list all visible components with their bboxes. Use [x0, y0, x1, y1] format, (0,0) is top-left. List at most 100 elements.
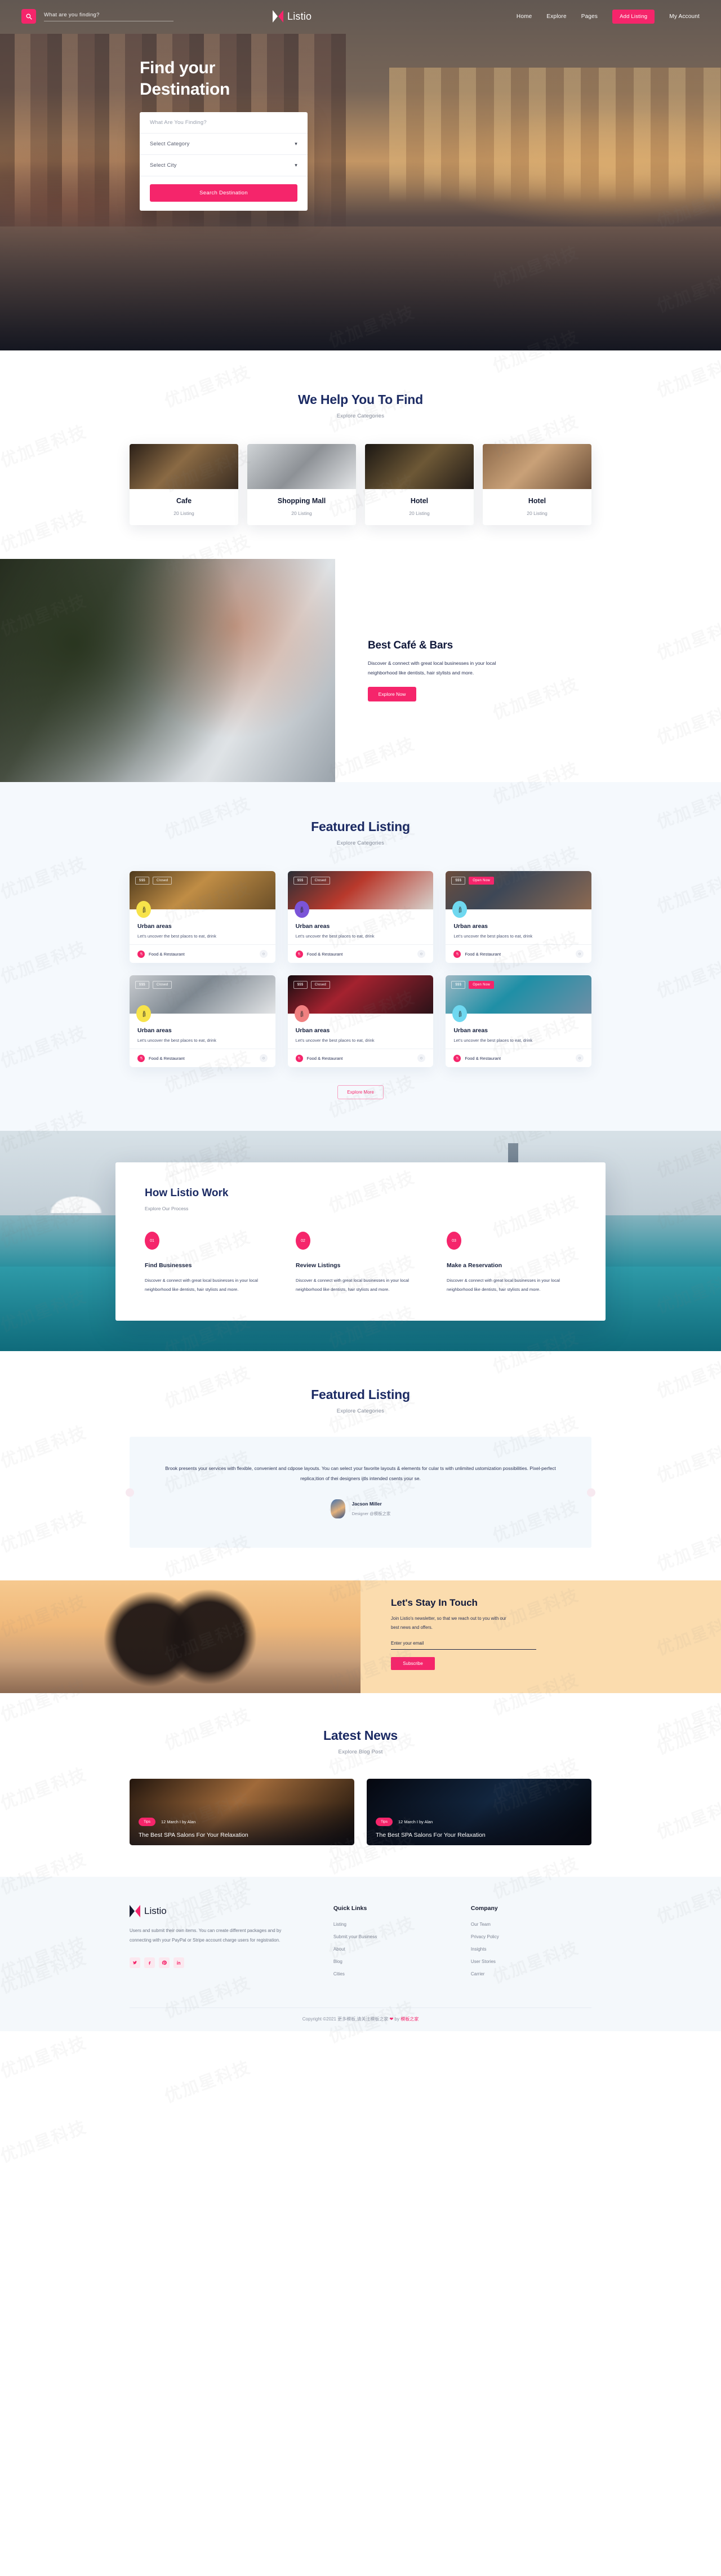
- twitter-icon[interactable]: [130, 1957, 140, 1969]
- blog-card[interactable]: Tips 12 March I by Alan The Best SPA Sal…: [367, 1779, 591, 1846]
- listing-card[interactable]: $$$ Open Now Urban areas Let's uncover the …: [446, 975, 591, 1067]
- email-field[interactable]: Enter your email: [391, 1641, 536, 1650]
- category-card[interactable]: Hotel 20 Listing: [365, 444, 474, 525]
- nav-search[interactable]: What are you finding?: [21, 9, 173, 24]
- testimonial-next-button[interactable]: [587, 1488, 595, 1497]
- listing-card[interactable]: $$$ Closed Urban areas Let's uncover the be…: [287, 871, 434, 963]
- footer-link[interactable]: Privacy Policy: [471, 1934, 591, 1939]
- listing-image: $$$ Closed: [287, 975, 434, 1022]
- footer-link[interactable]: Submit your Business: [333, 1934, 454, 1939]
- facebook-icon[interactable]: [144, 1957, 155, 1969]
- add-listing-button[interactable]: Add Listing: [612, 9, 655, 24]
- price-badge: $$$: [293, 877, 308, 885]
- blog-tag[interactable]: Tips: [139, 1818, 156, 1827]
- copyright-by: by: [393, 2017, 401, 2022]
- blog-card[interactable]: Tips 12 March I by Alan The Best SPA Sal…: [130, 1779, 354, 1846]
- categories-grid: Cafe 20 Listing Shopping Mall 20 Listing…: [130, 444, 591, 525]
- category-card[interactable]: Cafe 20 Listing: [130, 444, 238, 525]
- brand-name: Listio: [287, 10, 312, 22]
- blog-subtitle: Explore Blog Post: [338, 1749, 383, 1756]
- restaurant-icon: [295, 1054, 303, 1062]
- hero-title-line1: Find your: [140, 59, 215, 77]
- blog-tag[interactable]: Tips: [376, 1818, 393, 1827]
- favorite-heart-icon[interactable]: [417, 1054, 426, 1062]
- bottle-icon: [136, 1005, 151, 1022]
- footer-link[interactable]: Our Team: [471, 1922, 591, 1927]
- newsletter-photo: [0, 1580, 360, 1694]
- price-badge: $$$: [135, 981, 149, 989]
- listing-card[interactable]: $$$ Open Now Urban areas Let's uncover the …: [446, 871, 591, 963]
- how-step: 03 Make a Reservation Discover & connect…: [447, 1232, 576, 1294]
- footer-link[interactable]: Carrier: [471, 1971, 591, 1977]
- keyword-field[interactable]: What Are You Finding?: [140, 112, 308, 134]
- footer-link[interactable]: Blog: [333, 1959, 454, 1964]
- favorite-heart-icon[interactable]: [259, 950, 268, 958]
- subscribe-button[interactable]: Subscribe: [391, 1656, 435, 1670]
- nav-item-home[interactable]: Home: [517, 14, 532, 20]
- footer-column-quick-links: Quick Links Listing Submit your Business A…: [333, 1905, 454, 1984]
- listing-card[interactable]: $$$ Closed Urban areas Let's uncover the be…: [130, 871, 275, 963]
- how-step-desc: Discover & connect with great local busi…: [296, 1278, 409, 1292]
- testimonial-subtitle: Explore Categories: [336, 1408, 385, 1415]
- blog-date: 12 March I by Alan: [398, 1819, 433, 1825]
- testimonial-prev-button[interactable]: [126, 1488, 134, 1497]
- listing-title: Urban areas: [295, 1027, 330, 1034]
- footer-logo[interactable]: Listio: [130, 1905, 317, 1918]
- listing-category: Food & Restaurant: [306, 1055, 343, 1061]
- linkedin-icon[interactable]: [173, 1957, 184, 1969]
- nav-item-pages[interactable]: Pages: [581, 14, 598, 20]
- hero-water: [0, 226, 721, 350]
- listing-footer: Food & Restaurant: [287, 1049, 434, 1067]
- hero-title-line2: Destination: [140, 80, 230, 99]
- search-input[interactable]: What are you finding?: [44, 12, 173, 21]
- city-select[interactable]: Select City ▾: [140, 155, 308, 176]
- listing-card[interactable]: $$$ Closed Urban areas Let's uncover the be…: [130, 975, 275, 1067]
- listio-mark-icon: [130, 1905, 140, 1918]
- blog-post-title[interactable]: The Best SPA Salons For Your Relaxation: [139, 1832, 248, 1838]
- listing-badges: $$$ Open Now: [451, 981, 494, 989]
- price-badge: $$$: [451, 981, 466, 989]
- chevron-down-icon: ▾: [295, 140, 297, 146]
- pinterest-icon[interactable]: [159, 1957, 170, 1969]
- category-card[interactable]: Hotel 20 Listing: [483, 444, 591, 525]
- category-select[interactable]: Select Category ▾: [140, 134, 308, 155]
- featured-listing-section: 优加星科技 优加星科技 优加星科技 优加星科技 优加星科技 优加星科技 优加星科技 优加星科技…: [0, 615, 721, 1240]
- nav-item-my-account[interactable]: My Account: [669, 14, 700, 20]
- how-step-title: Find Businesses: [145, 1262, 192, 1269]
- favorite-heart-icon[interactable]: [259, 1054, 268, 1062]
- listing-desc: Let's uncover the best places to eat, dr…: [453, 1038, 533, 1043]
- blog-post-title[interactable]: The Best SPA Salons For Your Relaxation: [376, 1832, 486, 1838]
- footer-link[interactable]: Insights: [471, 1947, 591, 1952]
- how-step: 02 Review Listings Discover & connect wi…: [296, 1232, 425, 1294]
- copyright-link[interactable]: 模板之家: [400, 2017, 419, 2022]
- favorite-heart-icon[interactable]: [575, 950, 584, 958]
- footer-link[interactable]: Cities: [333, 1971, 454, 1977]
- newsletter-section: Let's Stay In Touch Join Listio's newsle…: [0, 1580, 721, 1694]
- testimonial-author-block: Jacson Miller Designer @模板之家: [164, 1499, 557, 1519]
- how-step: 01 Find Businesses Discover & connect wi…: [145, 1232, 274, 1294]
- search-icon[interactable]: [21, 9, 36, 24]
- favorite-heart-icon[interactable]: [417, 950, 426, 958]
- testimonial-title: Featured Listing: [311, 1387, 410, 1402]
- explore-more-button[interactable]: Explore More: [337, 1085, 384, 1099]
- footer-link[interactable]: About: [333, 1947, 454, 1952]
- listing-image: $$$ Open Now: [446, 871, 591, 918]
- listing-title: Urban areas: [453, 923, 488, 930]
- search-destination-button[interactable]: Search Destination: [150, 184, 297, 202]
- copyright-text: 更多模板,请关注模板之家: [337, 2017, 389, 2022]
- footer-link[interactable]: User Stories: [471, 1959, 591, 1964]
- footer-link[interactable]: Listing: [333, 1922, 454, 1927]
- favorite-heart-icon[interactable]: [575, 1054, 584, 1062]
- explore-now-button[interactable]: Explore Now: [368, 687, 416, 702]
- listing-card[interactable]: $$$ Closed Urban areas Let's uncover the be…: [287, 975, 434, 1067]
- brand-logo[interactable]: Listio: [273, 10, 311, 23]
- how-step-title: Make a Reservation: [447, 1262, 502, 1269]
- hero-search-box: What Are You Finding? Select Category ▾ …: [140, 112, 308, 211]
- listing-badges: $$$ Closed: [135, 877, 172, 885]
- category-count: 20 Listing: [173, 510, 194, 516]
- restaurant-icon: [453, 950, 461, 958]
- category-card[interactable]: Shopping Mall 20 Listing: [247, 444, 356, 525]
- listing-badges: $$$ Closed: [135, 981, 172, 989]
- category-name: Shopping Mall: [277, 497, 326, 505]
- nav-item-explore[interactable]: Explore: [546, 14, 566, 20]
